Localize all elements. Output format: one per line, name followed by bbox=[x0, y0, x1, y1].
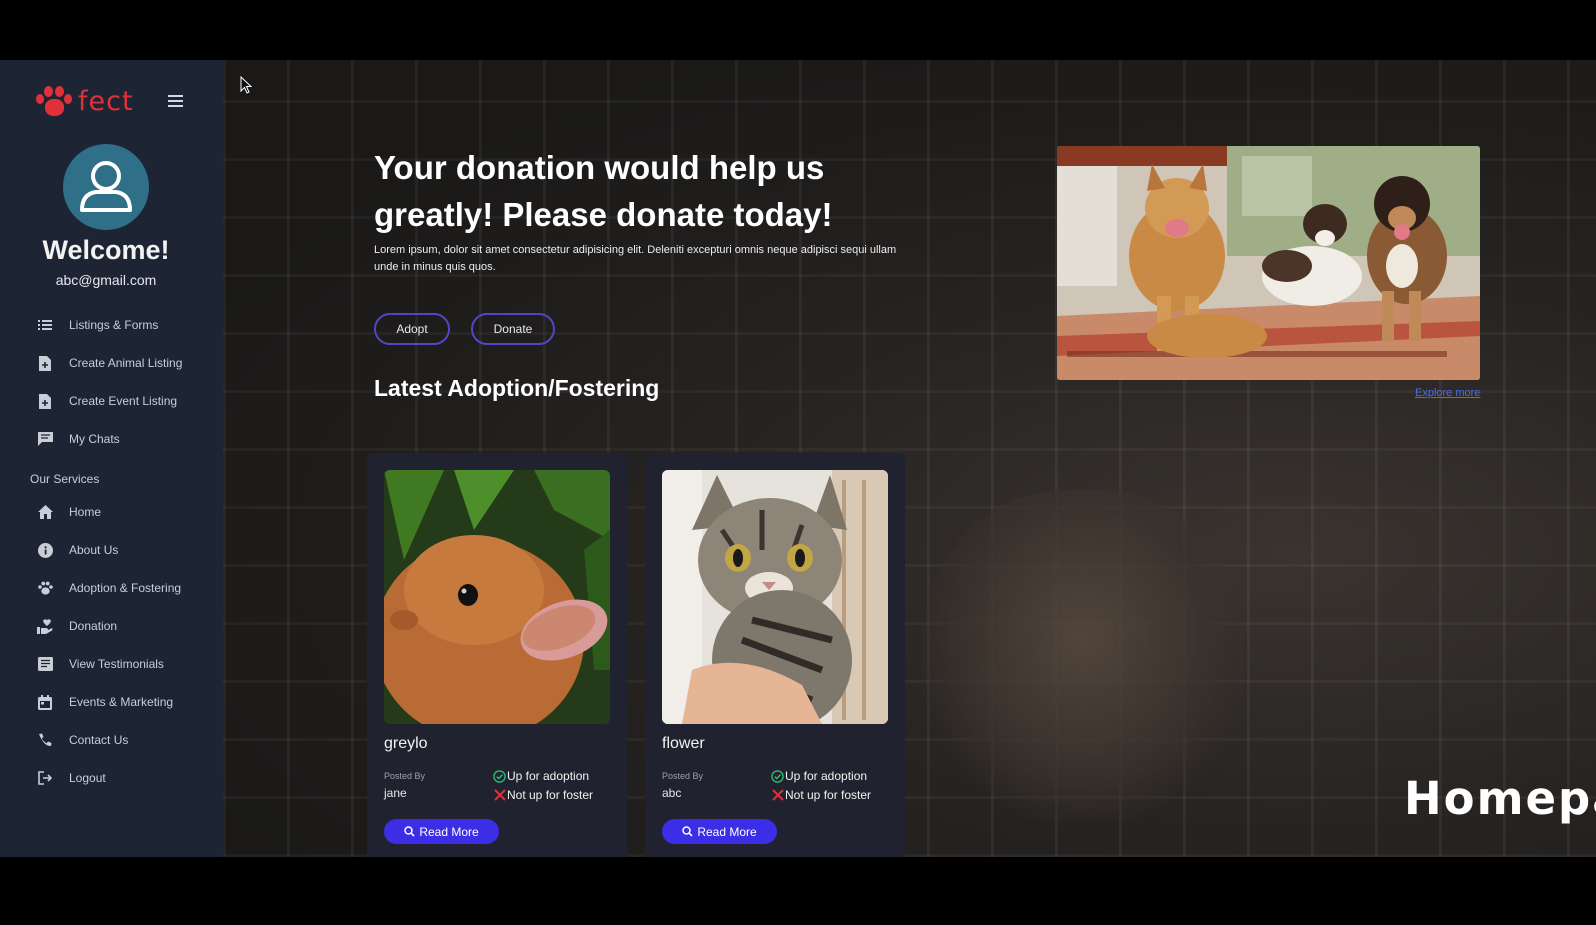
homepage-caption: Homepage bbox=[1404, 772, 1596, 825]
hero-title: Your donation would help us greatly! Ple… bbox=[374, 149, 833, 233]
user-icon bbox=[80, 161, 132, 212]
logout-icon bbox=[37, 770, 53, 786]
sidebar-item-label: View Testimonials bbox=[69, 657, 164, 671]
rabbit-photo bbox=[384, 470, 610, 724]
sidebar-nav-primary: Listings & Forms Create Animal Listing C… bbox=[0, 306, 223, 458]
paw-logo-icon bbox=[36, 84, 76, 118]
mouse-cursor-icon bbox=[240, 76, 252, 94]
listing-card[interactable]: greylo Posted By jane Up for adoption No… bbox=[367, 453, 627, 857]
poster-name: jane bbox=[384, 786, 407, 800]
donate-button[interactable]: Donate bbox=[471, 313, 555, 345]
explore-more-link[interactable]: Explore more bbox=[1415, 387, 1480, 399]
foster-status: Not up for foster bbox=[771, 788, 871, 802]
posted-by-label: Posted By bbox=[662, 771, 704, 781]
sidebar-item-label: Create Event Listing bbox=[69, 394, 178, 408]
animal-name: flower bbox=[662, 735, 705, 752]
sidebar-item-label: Logout bbox=[69, 771, 106, 785]
phone-icon bbox=[37, 732, 53, 748]
sidebar-item-create-event-listing[interactable]: Create Event Listing bbox=[0, 382, 223, 420]
sidebar-item-view-testimonials[interactable]: View Testimonials bbox=[0, 645, 223, 683]
sidebar-item-create-animal-listing[interactable]: Create Animal Listing bbox=[0, 344, 223, 382]
sidebar-item-label: About Us bbox=[69, 543, 119, 557]
sidebar-item-label: Contact Us bbox=[69, 733, 129, 747]
testimonials-icon bbox=[37, 656, 53, 672]
sidebar-item-label: Events & Marketing bbox=[69, 695, 174, 709]
sidebar-item-events-marketing[interactable]: Events & Marketing bbox=[0, 683, 223, 721]
read-more-button[interactable]: Read More bbox=[662, 819, 777, 844]
chat-icon bbox=[37, 431, 53, 447]
home-icon bbox=[37, 504, 53, 520]
background-dog-image bbox=[923, 490, 1243, 820]
sidebar-item-listings-forms[interactable]: Listings & Forms bbox=[0, 306, 223, 344]
foster-status: Not up for foster bbox=[493, 788, 593, 802]
latest-adoption-title: Latest Adoption/Fostering bbox=[374, 375, 660, 401]
sidebar-section-label: Our Services bbox=[30, 472, 100, 486]
main-content: Your donation would help us greatly! Ple… bbox=[223, 60, 1596, 857]
file-plus-icon bbox=[37, 393, 53, 409]
sidebar-item-home[interactable]: Home bbox=[0, 493, 223, 531]
sidebar-item-my-chats[interactable]: My Chats bbox=[0, 420, 223, 458]
cross-icon bbox=[493, 789, 506, 802]
sidebar-item-contact-us[interactable]: Contact Us bbox=[0, 721, 223, 759]
paw-icon bbox=[37, 580, 53, 596]
menu-toggle-icon[interactable] bbox=[168, 95, 183, 107]
search-icon bbox=[682, 826, 693, 837]
sidebar-item-label: Listings & Forms bbox=[69, 318, 159, 332]
cat-photo bbox=[662, 470, 888, 724]
welcome-heading: Welcome! bbox=[42, 235, 170, 265]
user-email: abc@gmail.com bbox=[55, 272, 157, 288]
sidebar-item-adoption-fostering[interactable]: Adoption & Fostering bbox=[0, 569, 223, 607]
brand-name: fect bbox=[78, 85, 134, 117]
adoption-status: Up for adoption bbox=[771, 769, 867, 783]
list-icon bbox=[37, 317, 53, 333]
adoption-status: Up for adoption bbox=[493, 769, 589, 783]
info-icon bbox=[37, 542, 53, 558]
sidebar-item-label: Home bbox=[69, 505, 102, 519]
sidebar-item-about-us[interactable]: About Us bbox=[0, 531, 223, 569]
read-more-button[interactable]: Read More bbox=[384, 819, 499, 844]
sidebar-item-label: Adoption & Fostering bbox=[69, 581, 182, 595]
check-icon bbox=[493, 769, 506, 783]
sidebar-item-label: My Chats bbox=[69, 432, 120, 446]
avatar[interactable] bbox=[63, 144, 149, 230]
sidebar-item-logout[interactable]: Logout bbox=[0, 759, 223, 797]
app-frame: fect Welcome! abc@gmail.com Listings & F… bbox=[0, 60, 1596, 857]
calendar-icon bbox=[37, 694, 53, 710]
sidebar: fect Welcome! abc@gmail.com Listings & F… bbox=[0, 60, 223, 857]
sidebar-item-label: Create Animal Listing bbox=[69, 356, 183, 370]
listing-card[interactable]: flower Posted By abc Up for adoption Not… bbox=[645, 453, 905, 857]
dogs-photo bbox=[1057, 146, 1480, 380]
sidebar-item-donation[interactable]: Donation bbox=[0, 607, 223, 645]
animal-name: greylo bbox=[384, 735, 428, 752]
posted-by-label: Posted By bbox=[384, 771, 426, 781]
poster-name: abc bbox=[662, 786, 682, 800]
sidebar-nav-services: Home About Us Adoption & Fostering Donat… bbox=[0, 493, 223, 797]
sidebar-item-label: Donation bbox=[69, 619, 118, 633]
search-icon bbox=[404, 826, 415, 837]
adopt-button[interactable]: Adopt bbox=[374, 313, 450, 345]
donation-icon bbox=[37, 618, 53, 634]
cross-icon bbox=[771, 789, 784, 802]
hero-description: Lorem ipsum, dolor sit amet consectetur … bbox=[374, 244, 897, 273]
file-plus-icon bbox=[37, 355, 53, 371]
brand-logo[interactable]: fect bbox=[36, 84, 134, 118]
check-icon bbox=[771, 769, 784, 783]
